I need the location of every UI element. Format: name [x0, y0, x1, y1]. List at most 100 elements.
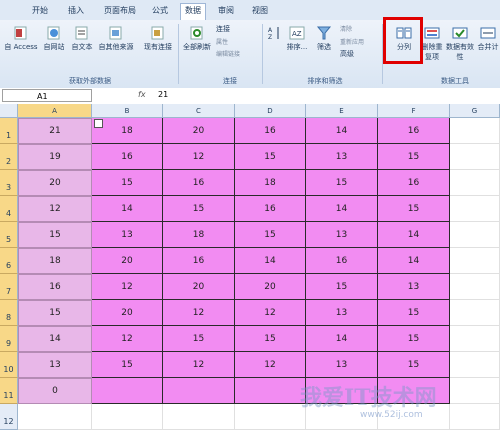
column-header-E[interactable]: E: [306, 104, 378, 118]
cell-F4[interactable]: 15: [378, 196, 450, 222]
from-web-button[interactable]: 自网站: [40, 26, 68, 52]
row-header-2[interactable]: 2: [0, 144, 18, 170]
cell-D11[interactable]: [235, 378, 306, 404]
cell-B4[interactable]: 14: [92, 196, 163, 222]
column-header-B[interactable]: B: [92, 104, 163, 118]
cell-F8[interactable]: 15: [378, 300, 450, 326]
refresh-all-button[interactable]: 全部刷新: [180, 26, 214, 52]
cell-A7[interactable]: 16: [18, 274, 92, 300]
cell-C3[interactable]: 16: [163, 170, 235, 196]
cell-A2[interactable]: 19: [18, 144, 92, 170]
cell-C6[interactable]: 16: [163, 248, 235, 274]
cell-G9[interactable]: [450, 326, 500, 352]
cell-A9[interactable]: 14: [18, 326, 92, 352]
row-header-8[interactable]: 8: [0, 300, 18, 326]
tab-6[interactable]: 视图: [248, 4, 272, 18]
cell-G1[interactable]: [450, 118, 500, 144]
column-header-F[interactable]: F: [378, 104, 450, 118]
cell-E7[interactable]: 15: [306, 274, 378, 300]
cell-G8[interactable]: [450, 300, 500, 326]
cell-G7[interactable]: [450, 274, 500, 300]
cell-G3[interactable]: [450, 170, 500, 196]
from-text-button[interactable]: 自文本: [68, 26, 96, 52]
cell-C4[interactable]: 15: [163, 196, 235, 222]
data-validation-button[interactable]: 数据有效性: [446, 26, 474, 62]
cell-D10[interactable]: 12: [235, 352, 306, 378]
cell-A6[interactable]: 18: [18, 248, 92, 274]
cell-C2[interactable]: 12: [163, 144, 235, 170]
cell-D4[interactable]: 16: [235, 196, 306, 222]
cell-D8[interactable]: 12: [235, 300, 306, 326]
cell-B6[interactable]: 20: [92, 248, 163, 274]
cell-C1[interactable]: 20: [163, 118, 235, 144]
cell-C10[interactable]: 12: [163, 352, 235, 378]
row-header-3[interactable]: 3: [0, 170, 18, 196]
cell-B10[interactable]: 15: [92, 352, 163, 378]
formula-input[interactable]: 21: [158, 90, 168, 99]
cell-D3[interactable]: 18: [235, 170, 306, 196]
cell-G4[interactable]: [450, 196, 500, 222]
cell-D7[interactable]: 20: [235, 274, 306, 300]
row-header-11[interactable]: 11: [0, 378, 18, 404]
advanced-button[interactable]: 高级: [340, 49, 354, 59]
cell-E3[interactable]: 15: [306, 170, 378, 196]
from-other-sources-button[interactable]: 自其他来源: [96, 26, 136, 52]
name-box[interactable]: A1: [2, 89, 92, 102]
cell-E6[interactable]: 16: [306, 248, 378, 274]
existing-connections-button[interactable]: 现有连接: [140, 26, 176, 52]
cell-G11[interactable]: [450, 378, 500, 404]
tab-4[interactable]: 数据: [180, 3, 206, 21]
column-header-D[interactable]: D: [235, 104, 306, 118]
cell-B5[interactable]: 13: [92, 222, 163, 248]
remove-duplicates-button[interactable]: 删除重复项: [420, 26, 444, 62]
fx-label[interactable]: fx: [138, 90, 146, 99]
cell-E8[interactable]: 13: [306, 300, 378, 326]
tab-0[interactable]: 开始: [28, 4, 52, 18]
column-header-C[interactable]: C: [163, 104, 235, 118]
cell-D6[interactable]: 14: [235, 248, 306, 274]
row-header-12[interactable]: 12: [0, 404, 18, 430]
connections-button[interactable]: 连接: [216, 24, 230, 34]
cell-F5[interactable]: 14: [378, 222, 450, 248]
cell-G6[interactable]: [450, 248, 500, 274]
row-header-1[interactable]: 1: [0, 118, 18, 144]
clear-button[interactable]: 清除: [340, 24, 352, 33]
cell-B11[interactable]: [92, 378, 163, 404]
tab-2[interactable]: 页面布局: [100, 4, 140, 18]
cell-B2[interactable]: 16: [92, 144, 163, 170]
cell-A5[interactable]: 15: [18, 222, 92, 248]
edit-links-button[interactable]: 编辑链接: [216, 49, 240, 58]
tab-3[interactable]: 公式: [148, 4, 172, 18]
cell-A11[interactable]: 0: [18, 378, 92, 404]
column-header-G[interactable]: G: [450, 104, 500, 118]
cell-E4[interactable]: 14: [306, 196, 378, 222]
row-header-7[interactable]: 7: [0, 274, 18, 300]
row-header-5[interactable]: 5: [0, 222, 18, 248]
cell-F3[interactable]: 16: [378, 170, 450, 196]
cell-G12[interactable]: [450, 404, 500, 430]
tab-5[interactable]: 审阅: [214, 4, 238, 18]
cell-F10[interactable]: 15: [378, 352, 450, 378]
cell-B7[interactable]: 12: [92, 274, 163, 300]
column-header-A[interactable]: A: [18, 104, 92, 118]
cell-F9[interactable]: 15: [378, 326, 450, 352]
paste-options-icon[interactable]: [94, 119, 103, 128]
row-header-10[interactable]: 10: [0, 352, 18, 378]
cell-A1[interactable]: 21: [18, 118, 92, 144]
row-header-6[interactable]: 6: [0, 248, 18, 274]
cell-A12[interactable]: [18, 404, 92, 430]
cell-F2[interactable]: 15: [378, 144, 450, 170]
tab-1[interactable]: 插入: [64, 4, 88, 18]
cell-E10[interactable]: 13: [306, 352, 378, 378]
from-access-button[interactable]: 自 Access: [4, 26, 38, 52]
cell-C11[interactable]: [163, 378, 235, 404]
cell-B12[interactable]: [92, 404, 163, 430]
cell-C7[interactable]: 20: [163, 274, 235, 300]
reapply-button[interactable]: 重新应用: [340, 37, 364, 46]
cell-G2[interactable]: [450, 144, 500, 170]
sort-az-button[interactable]: AZ: [266, 26, 284, 42]
cell-D2[interactable]: 15: [235, 144, 306, 170]
cell-C9[interactable]: 15: [163, 326, 235, 352]
cell-D5[interactable]: 15: [235, 222, 306, 248]
cell-D9[interactable]: 15: [235, 326, 306, 352]
